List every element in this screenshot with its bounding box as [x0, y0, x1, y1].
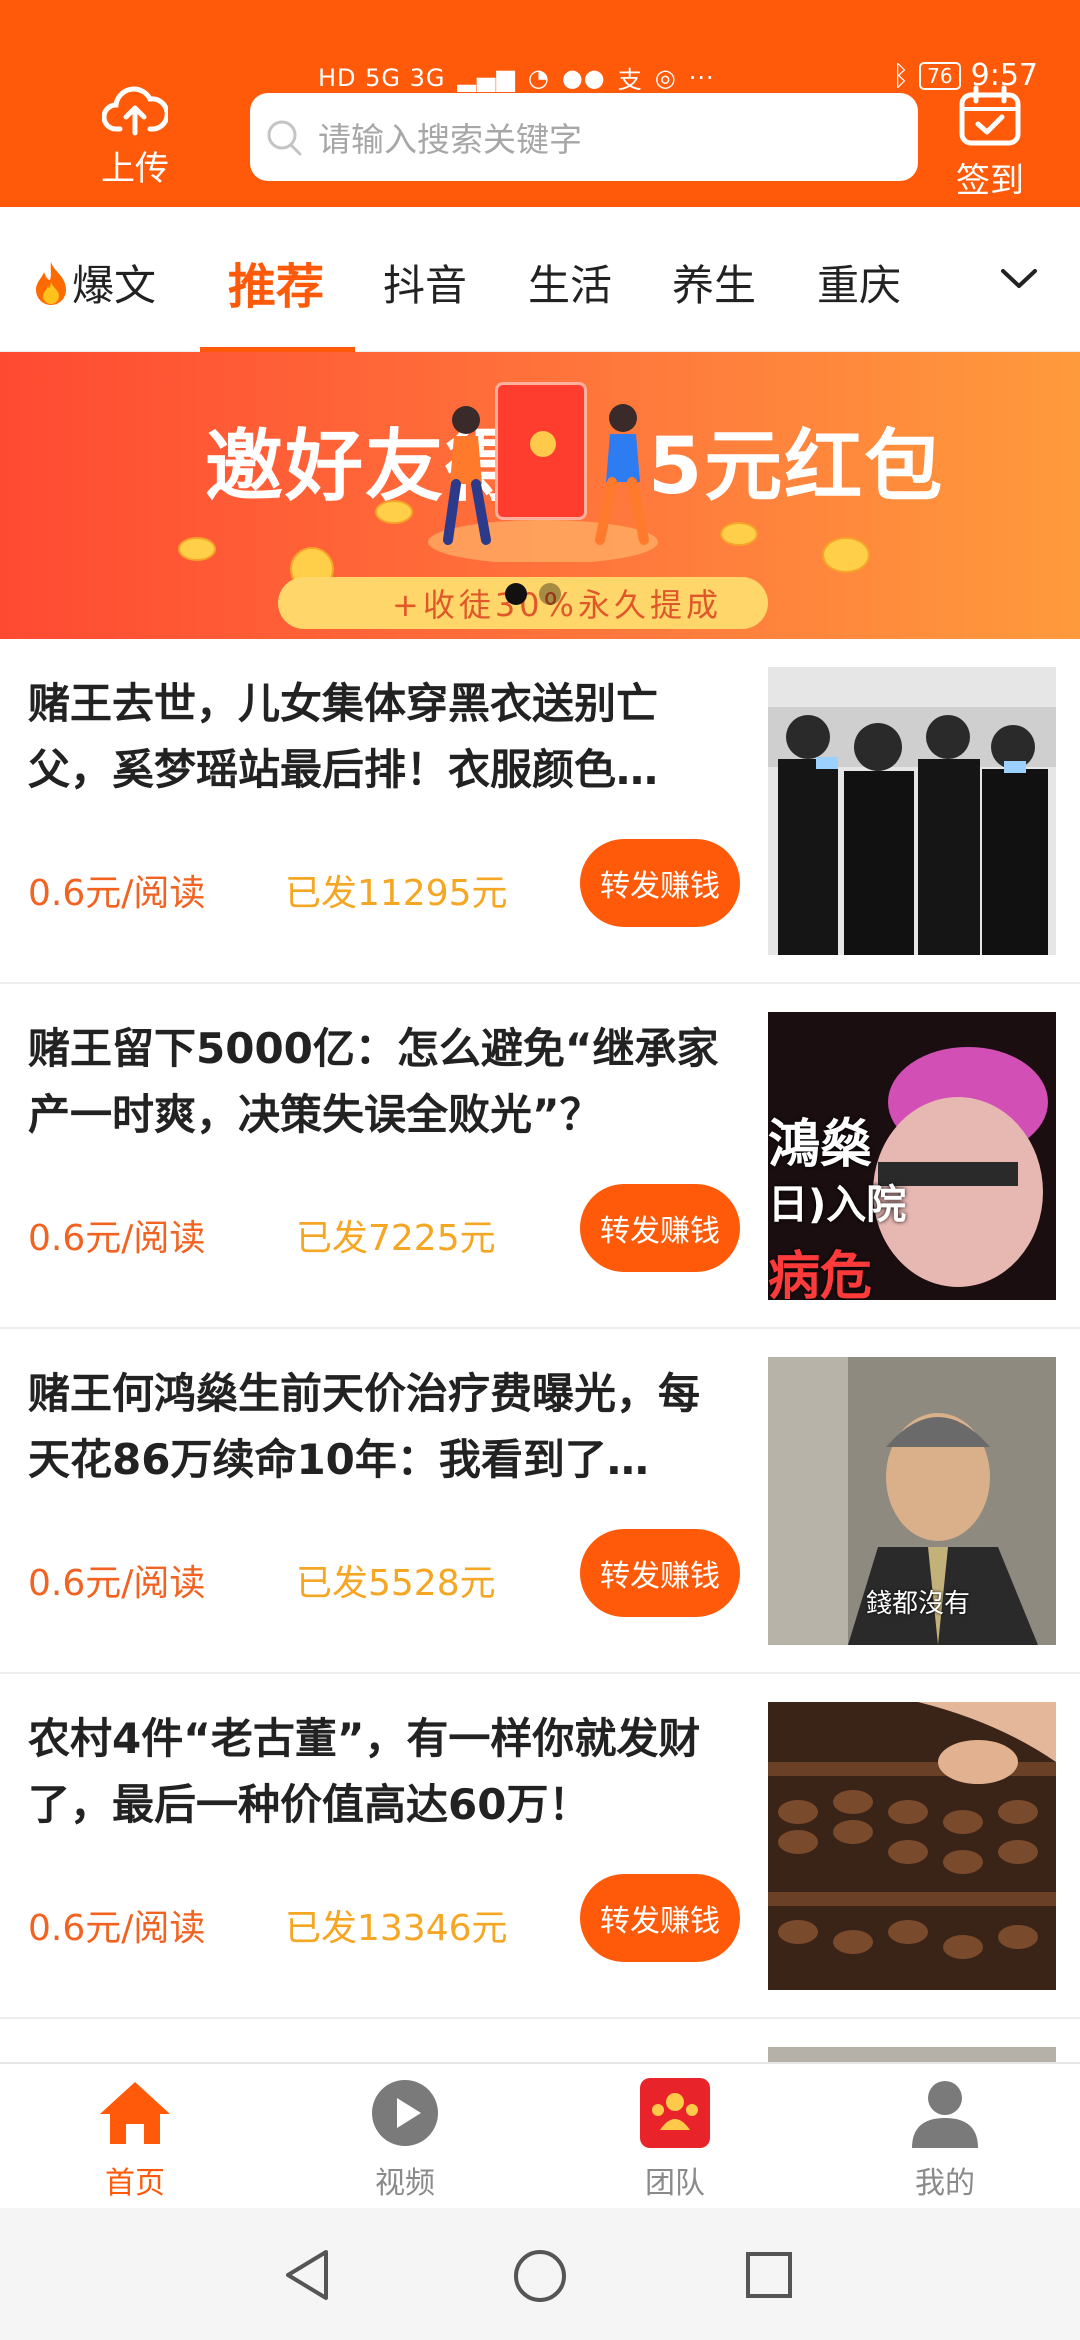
thumb-text-1: 鴻燊 [768, 1115, 873, 1175]
article-item[interactable]: 农村4件“老古董”，有一样你就发财了，最后一种价值高达60万！ 0.6元/阅读 … [0, 1674, 1080, 2019]
category-tabs: 爆文 推荐 抖音 生活 养生 重庆 [0, 207, 1080, 352]
article-title[interactable]: 赌王去世，儿女集体穿黑衣送别亡父，奚梦瑶站最后排！衣服颜色… [28, 671, 738, 803]
coin-icon [375, 500, 413, 524]
tab-hot[interactable]: 爆文 [32, 252, 156, 313]
fire-icon [36, 262, 66, 305]
article-rate: 0.6元/阅读 [28, 1563, 206, 1604]
network-indicator: HD 5G 3G [318, 63, 446, 92]
article-item[interactable]: 赌王去世，儿女集体穿黑衣送别亡父，奚梦瑶站最后排！衣服颜色… 0.6元/阅读 已… [0, 639, 1080, 984]
checkin-label: 签到 [956, 161, 1024, 201]
bluetooth-icon: ᛒ [892, 59, 910, 92]
article-item[interactable]: 赌王何鸿燊生前天价治疗费曝光，每天花86万续命10年：我看到了… 0.6元/阅读… [0, 1329, 1080, 1674]
bottom-navigation: 首页 视频 团队 我的 [0, 2062, 1080, 2208]
coin-icon [720, 522, 758, 546]
article-item[interactable]: 赌王留下5000亿：怎么避免“继承家产一时爽，决策失误全败光”？ 0.6元/阅读… [0, 984, 1080, 1329]
carousel-dots [505, 583, 561, 605]
coin-icon [178, 537, 216, 561]
article-thumbnail[interactable]: 錢都沒有 [768, 1357, 1056, 1645]
tab-chongqing[interactable]: 重庆 [817, 252, 901, 313]
article-thumbnail[interactable] [768, 1702, 1056, 1990]
tab-health[interactable]: 养生 [672, 252, 756, 313]
nav-mine-label: 我的 [915, 2166, 975, 2201]
calendar-check-icon [959, 85, 1021, 146]
article-title[interactable]: 赌王留下5000亿：怎么避免“继承家产一时爽，决策失误全败光”？ [28, 1016, 738, 1148]
checkin-button[interactable]: 签到 [950, 85, 1030, 202]
article-sent-amount: 已发7225元 [296, 1218, 496, 1259]
article-sent-amount: 已发11295元 [285, 873, 508, 914]
article-title[interactable]: 农村4件“老古董”，有一样你就发财了，最后一种价值高达60万！ [28, 1706, 738, 1838]
article-title[interactable]: 赌王何鸿燊生前天价治疗费曝光，每天花86万续命10年：我看到了… [28, 1361, 738, 1493]
back-icon[interactable] [282, 2248, 332, 2302]
recents-square-icon[interactable] [744, 2250, 794, 2300]
nav-home-label: 首页 [105, 2166, 165, 2201]
article-rate: 0.6元/阅读 [28, 873, 206, 914]
tab-douyin[interactable]: 抖音 [383, 252, 467, 313]
share-earn-button[interactable]: 转发赚钱 [580, 839, 740, 927]
nav-video[interactable]: 视频 [345, 2078, 465, 2202]
article-thumbnail[interactable] [768, 667, 1056, 955]
thumb-text-3: 病危 [768, 1247, 873, 1300]
tab-recommend[interactable]: 推荐 [228, 247, 324, 317]
app-header: HD 5G 3G ▂▄▆ ◔ ●● 支 ◎ ··· ᛒ 76 9:57 上传 请… [0, 0, 1080, 207]
status-icons: HD 5G 3G ▂▄▆ ◔ ●● 支 ◎ ··· [318, 60, 715, 95]
tab-hot-label: 爆文 [72, 261, 157, 310]
article-rate: 0.6元/阅读 [28, 1908, 206, 1949]
team-icon [640, 2078, 710, 2148]
share-earn-button[interactable]: 转发赚钱 [580, 1874, 740, 1962]
article-rate: 0.6元/阅读 [28, 1218, 206, 1259]
alipay-icon: 支 [617, 66, 643, 94]
search-icon [267, 120, 302, 156]
upload-button[interactable]: 上传 [85, 85, 185, 190]
banner-right-text: 5元红包 [648, 422, 945, 512]
people-illustration [428, 404, 658, 562]
wifi-icon: ◔ [527, 63, 550, 92]
wechat-icon: ●● [561, 63, 606, 92]
nav-team[interactable]: 团队 [615, 2078, 735, 2202]
carousel-dot [539, 583, 561, 605]
article-thumbnail[interactable] [768, 2047, 1056, 2062]
nav-team-label: 团队 [645, 2166, 705, 2201]
user-icon [912, 2081, 978, 2148]
nav-home[interactable]: 首页 [75, 2078, 195, 2202]
system-navigation-bar [0, 2208, 1080, 2340]
thumb-text-2: 日)入院 [768, 1182, 907, 1228]
tab-life[interactable]: 生活 [528, 252, 612, 313]
search-placeholder: 请输入搜索关键字 [318, 120, 582, 159]
article-sent-amount: 已发13346元 [285, 1908, 508, 1949]
article-thumbnail[interactable]: 鴻燊 日)入院 病危 [768, 1012, 1056, 1300]
browser-icon: ◎ [654, 63, 677, 92]
play-icon [372, 2080, 438, 2146]
article-item-partial[interactable] [0, 2019, 1080, 2062]
share-earn-button[interactable]: 转发赚钱 [580, 1184, 740, 1272]
home-icon [100, 2082, 170, 2144]
more-notifications-icon: ··· [688, 63, 715, 92]
chevron-down-icon[interactable] [1000, 267, 1038, 291]
coin-icon [822, 537, 870, 573]
upload-label: 上传 [101, 149, 169, 189]
article-sent-amount: 已发5528元 [296, 1563, 496, 1604]
thumb-caption: 錢都沒有 [866, 1589, 971, 1619]
nav-mine[interactable]: 我的 [885, 2078, 1005, 2202]
signal-icon: ▂▄▆ [457, 63, 516, 92]
share-earn-button[interactable]: 转发赚钱 [580, 1529, 740, 1617]
search-input[interactable]: 请输入搜索关键字 [250, 93, 918, 181]
carousel-dot-active [505, 583, 527, 605]
home-circle-icon[interactable] [512, 2248, 568, 2304]
nav-video-label: 视频 [375, 2166, 435, 2201]
cloud-upload-icon [102, 86, 168, 136]
